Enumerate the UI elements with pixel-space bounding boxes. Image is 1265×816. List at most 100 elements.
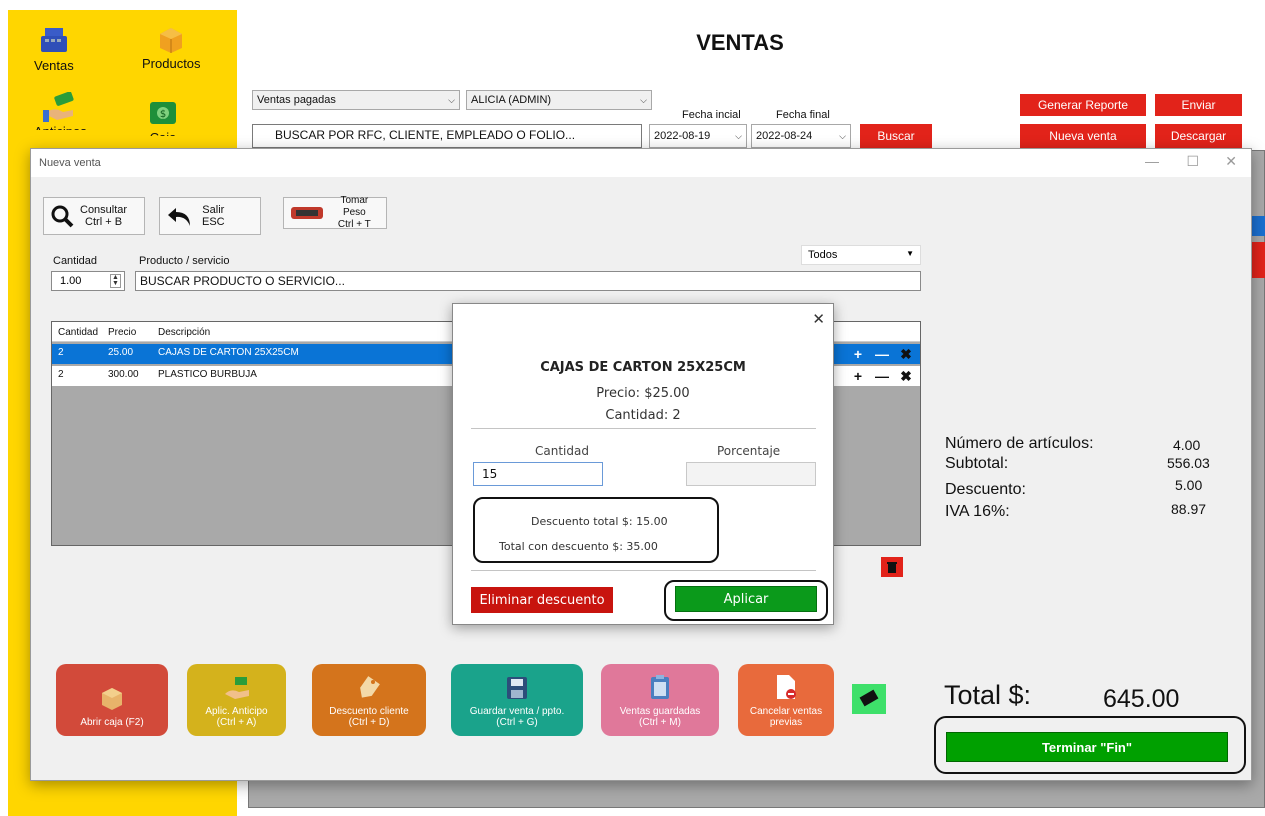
stepper-arrows-icon[interactable]: ▲ ▼ xyxy=(110,274,121,288)
sidebar-item-ventas[interactable]: Ventas xyxy=(34,26,74,73)
search-icon xyxy=(51,205,74,228)
sidebar-item-anticipos[interactable]: Anticipos xyxy=(34,92,87,130)
money-hand-icon xyxy=(43,92,74,122)
cash-icon: $ xyxy=(150,102,176,124)
column-header: Precio xyxy=(108,327,137,338)
salir-label: Salir xyxy=(202,204,225,216)
fecha-inicial-value: 2022-08-19 xyxy=(654,130,711,142)
clipboard-icon xyxy=(651,675,669,699)
chevron-down-icon: ▼ xyxy=(906,249,914,258)
sidebar-item-label: Ventas xyxy=(34,58,74,73)
subtotal-value: 556.03 xyxy=(1167,455,1210,471)
cell-cantidad: 2 xyxy=(58,369,64,380)
consultar-shortcut: Ctrl + B xyxy=(85,216,123,228)
cell-descripcion: PLASTICO BURBUJA xyxy=(158,369,257,380)
action-shortcut: (Ctrl + D) xyxy=(348,717,390,728)
box-icon xyxy=(102,688,122,710)
descuento-porcentaje-input[interactable] xyxy=(686,462,816,486)
remove-icon[interactable]: ✖ xyxy=(894,366,918,386)
eliminar-descuento-button[interactable]: Eliminar descuento xyxy=(471,587,613,613)
cancelar-ventas-button[interactable]: Cancelar ventas previas xyxy=(738,664,834,736)
ticket-icon xyxy=(859,689,879,707)
remove-icon[interactable]: ✖ xyxy=(894,344,918,364)
action-label: Descuento cliente xyxy=(329,706,409,717)
categoria-select[interactable]: Todos ▼ xyxy=(801,245,921,265)
cell-precio: 25.00 xyxy=(108,347,134,358)
ticket-button[interactable] xyxy=(852,684,886,714)
buscar-button[interactable]: Buscar xyxy=(860,124,932,148)
peso-shortcut: Ctrl + T xyxy=(337,219,371,230)
articulos-value: 4.00 xyxy=(1173,437,1201,453)
dialog-precio: Precio: $25.00 xyxy=(596,386,690,401)
column-header: Cantidad xyxy=(58,327,99,338)
highlight-outline xyxy=(934,716,1246,774)
chevron-down-icon: ⌵ xyxy=(448,94,455,105)
window-title: Nueva venta xyxy=(39,157,101,169)
app-root: Ventas Productos Anticipos $ C xyxy=(0,0,1265,816)
descargar-button[interactable]: Descargar xyxy=(1155,124,1242,148)
delete-all-button[interactable] xyxy=(881,557,903,577)
enviar-button[interactable]: Enviar xyxy=(1155,94,1242,116)
close-icon[interactable]: ✕ xyxy=(1225,153,1237,170)
product-search-input[interactable]: BUSCAR PRODUCTO O SERVICIO... xyxy=(135,271,921,291)
nueva-venta-button[interactable]: Nueva venta xyxy=(1020,124,1146,148)
guardar-venta-button[interactable]: Guardar venta / ppto. (Ctrl + G) xyxy=(451,664,583,736)
iva-label: IVA 16%: xyxy=(945,503,1010,520)
user-select-value: ALICIA (ADMIN) xyxy=(471,94,552,106)
sidebar-item-label: Productos xyxy=(142,56,201,71)
sales-search-input[interactable]: BUSCAR POR RFC, CLIENTE, EMPLEADO O FOLI… xyxy=(252,124,642,148)
consultar-button[interactable]: Consultar Ctrl + B xyxy=(43,197,145,235)
sidebar-item-caja[interactable]: $ Caja xyxy=(148,98,178,136)
ventas-guardadas-button[interactable]: Ventas guardadas (Ctrl + M) xyxy=(601,664,719,736)
articulos-label: Número de artículos: xyxy=(945,435,1094,452)
dialog-cantidad: Cantidad: 2 xyxy=(605,408,681,423)
tag-icon xyxy=(360,676,380,698)
save-icon xyxy=(507,677,527,699)
background-row-highlight xyxy=(1252,216,1265,236)
total-con-descuento-text: Total con descuento $: 35.00 xyxy=(499,540,658,553)
generar-reporte-button[interactable]: Generar Reporte xyxy=(1020,94,1146,116)
descuento-label: Descuento: xyxy=(945,481,1026,498)
discount-dialog: ✕ CAJAS DE CARTON 25X25CM Precio: $25.00… xyxy=(452,303,834,625)
aplic-anticipo-button[interactable]: Aplic. Anticipo (Ctrl + A) xyxy=(187,664,286,736)
action-label: Abrir caja (F2) xyxy=(80,717,144,728)
action-label: Guardar venta / ppto. xyxy=(469,706,565,717)
abrir-caja-button[interactable]: Abrir caja (F2) xyxy=(56,664,168,736)
salir-button[interactable]: Salir ESC xyxy=(159,197,261,235)
filter-select-value: Ventas pagadas xyxy=(257,94,336,106)
user-select[interactable]: ALICIA (ADMIN) ⌵ xyxy=(466,90,652,110)
box-icon xyxy=(160,28,183,53)
maximize-icon[interactable]: ☐ xyxy=(1186,153,1199,170)
fecha-inicial-label: Fecha incial xyxy=(682,109,741,121)
fecha-final-picker[interactable]: 2022-08-24 ⌵ xyxy=(751,124,851,148)
descuento-cliente-button[interactable]: Descuento cliente (Ctrl + D) xyxy=(312,664,426,736)
background-row-marker xyxy=(1252,242,1265,278)
dialog-separator xyxy=(471,428,816,429)
producto-label: Producto / servicio xyxy=(139,255,230,267)
close-icon[interactable]: ✕ xyxy=(812,310,825,328)
decrease-icon[interactable]: — xyxy=(870,366,894,386)
action-shortcut: (Ctrl + A) xyxy=(216,717,257,728)
descuento-cantidad-input[interactable]: 15 xyxy=(473,462,603,486)
fecha-inicial-picker[interactable]: 2022-08-19 ⌵ xyxy=(649,124,747,148)
minimize-icon[interactable]: — xyxy=(1145,153,1159,169)
total-label: Total $: xyxy=(944,680,1032,710)
filter-select[interactable]: Ventas pagadas ⌵ xyxy=(252,90,460,110)
increase-icon[interactable]: + xyxy=(846,366,870,386)
fecha-final-value: 2022-08-24 xyxy=(756,130,813,142)
increase-icon[interactable]: + xyxy=(846,344,870,364)
descuento-cantidad-label: Cantidad xyxy=(535,444,589,458)
tomar-peso-button[interactable]: Tomar Peso Ctrl + T xyxy=(283,195,387,230)
decrease-icon[interactable]: — xyxy=(870,344,894,364)
window-titlebar: Nueva venta — ☐ ✕ xyxy=(31,149,1251,177)
cell-descripcion: CAJAS DE CARTON 25X25CM xyxy=(158,347,299,358)
descuento-value: 5.00 xyxy=(1175,477,1203,493)
total-value: 645.00 xyxy=(1103,685,1180,713)
chevron-down-icon: ⌵ xyxy=(640,94,647,105)
cantidad-stepper[interactable]: 1.00 ▲ ▼ xyxy=(51,271,125,291)
peso-label: Tomar Peso xyxy=(340,195,369,218)
categoria-value: Todos xyxy=(808,249,838,261)
iva-value: 88.97 xyxy=(1171,501,1207,517)
sidebar-item-productos[interactable]: Productos xyxy=(142,24,201,71)
column-header: Descripción xyxy=(158,327,211,338)
